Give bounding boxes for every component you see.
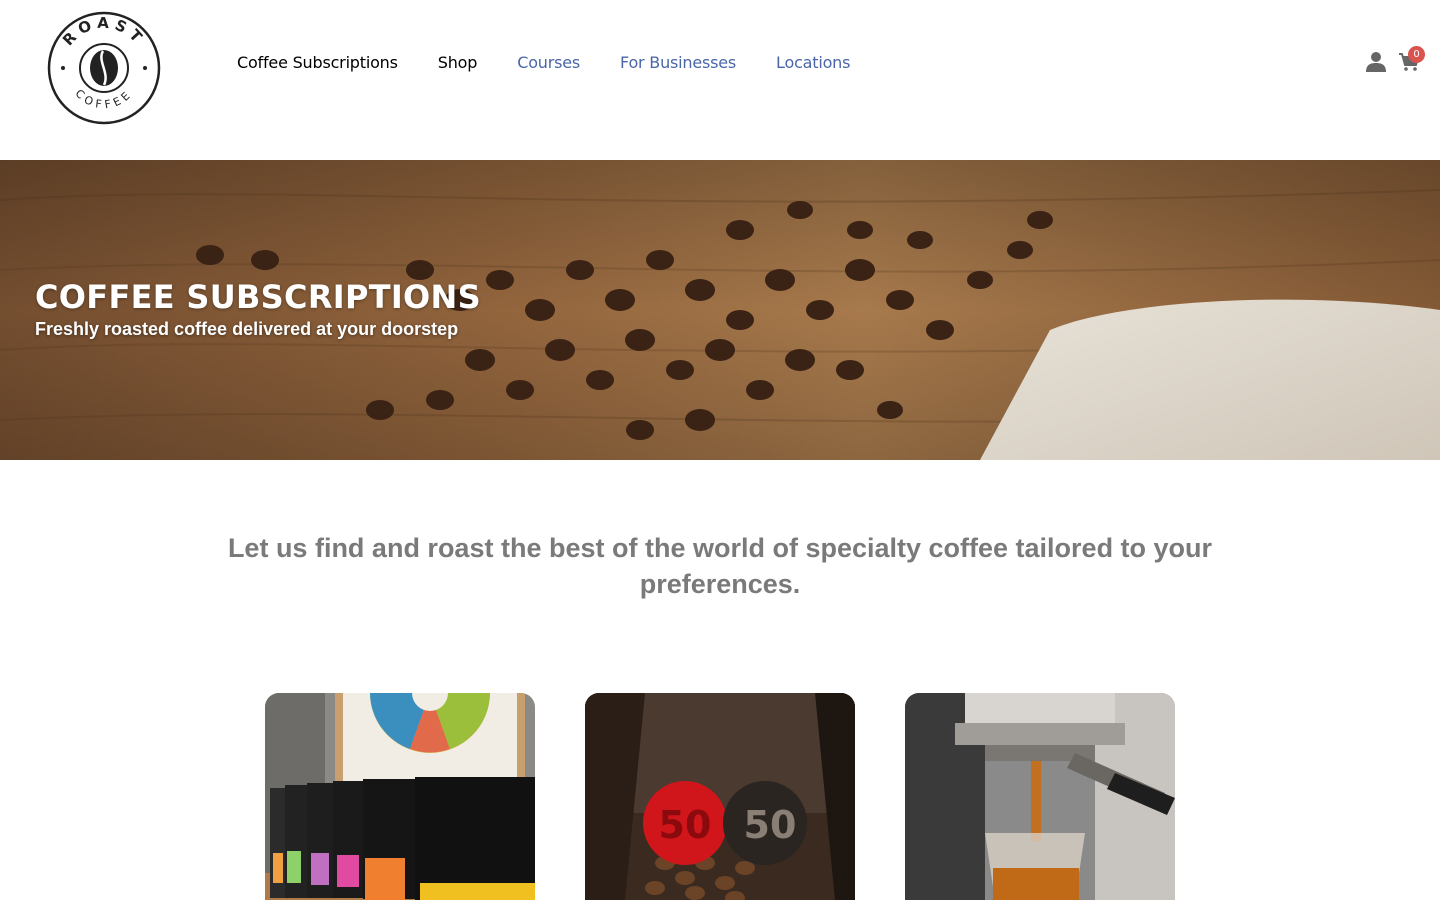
hero-subtitle: Freshly roasted coffee delivered at your… (35, 319, 459, 339)
cart-count-badge: 0 (1408, 46, 1425, 63)
nav-locations[interactable]: Locations (776, 53, 850, 72)
roast-coffee-logo[interactable]: ROAST COFFEE (47, 11, 161, 125)
user-icon[interactable] (1366, 51, 1386, 73)
svg-text:50: 50 (744, 803, 797, 847)
coffee-bean-icon (90, 50, 118, 86)
site-header: ROAST COFFEE Coffee Subscriptions Shop C… (0, 0, 1440, 160)
subscription-card-3[interactable] (905, 693, 1175, 900)
hero-title: COFFEE SUBSCRIPTIONS (35, 278, 481, 316)
hero-banner: COFFEE SUBSCRIPTIONS Freshly roasted cof… (0, 160, 1440, 460)
svg-text:50: 50 (659, 803, 712, 847)
nav-shop[interactable]: Shop (438, 53, 478, 72)
espresso-extraction-photo (905, 693, 1175, 900)
coffee-beans-with-5050-label-photo: 50 50 (585, 693, 855, 900)
intro-text: Let us find and roast the best of the wo… (227, 533, 1213, 599)
subscription-card-2[interactable]: 50 50 (585, 693, 855, 900)
subscription-card-1[interactable] (265, 693, 535, 900)
coffee-bags-and-flavor-wheel-photo (265, 693, 535, 900)
nav-courses[interactable]: Courses (517, 53, 580, 72)
nav-coffee-subscriptions[interactable]: Coffee Subscriptions (237, 53, 398, 72)
nav-for-businesses[interactable]: For Businesses (620, 53, 736, 72)
main-nav: Coffee Subscriptions Shop Courses For Bu… (237, 50, 850, 74)
